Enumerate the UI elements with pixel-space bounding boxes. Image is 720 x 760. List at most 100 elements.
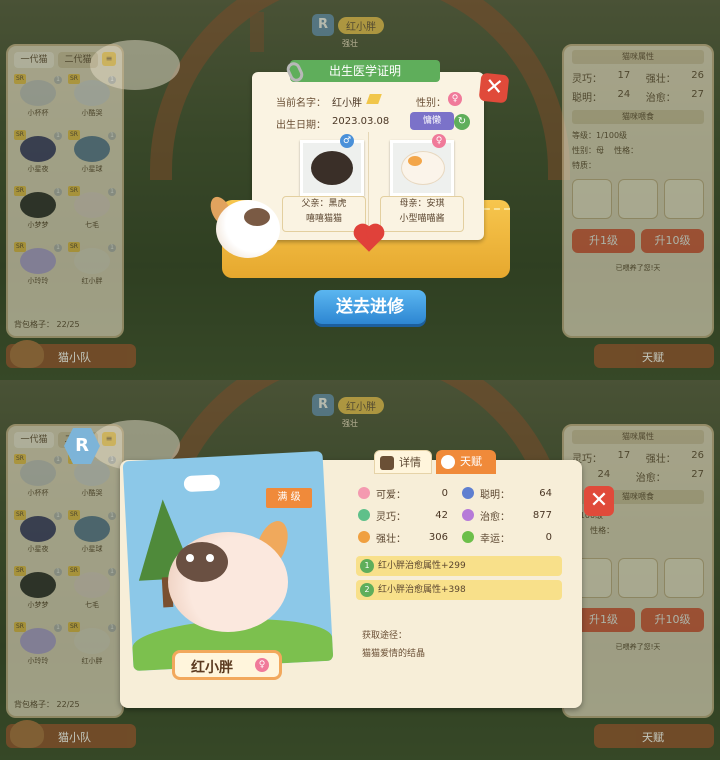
upgrade-10-button[interactable]: 升10级 [641,229,704,253]
food-item[interactable] [572,179,612,219]
feed-title: 猫咪喂食 [572,110,704,124]
cat-avatar [20,248,56,274]
cat-slot[interactable]: SR 1 七毛 [68,186,116,238]
attr-title: 猫咪属性 [572,430,704,444]
rank-badge: SR [14,622,26,632]
cat-list-panel: 一代猫 二代猫 ≡ SR 1 小杯杯 SR 1 小酷哭 SR 1 小星夜 SR 1 小星球 SR 1 小梦梦… [6,424,124,718]
talent-button[interactable]: 天赋 [594,724,714,748]
tab-first-gen[interactable]: 一代猫 [14,52,54,68]
sort-icon[interactable]: ≡ [102,52,116,66]
feed-note: 已喂养了您!天 [615,643,661,651]
cat-slot[interactable]: SR 1 小酷哭 [68,454,116,506]
gender-value: 母 [596,146,604,155]
mother-label: 母亲：安琪 [399,199,445,209]
count-badge: 1 [54,456,62,464]
talent-button[interactable]: 天赋 [594,344,714,368]
detail-screen: 一代猫 二代猫 ≡ SR 1 小杯杯 SR 1 小酷哭 SR 1 小星夜 SR 1 小星球 SR 1 小梦梦… [0,380,720,760]
cat-slot[interactable]: SR 1 小杯杯 [14,454,62,506]
cat-slot[interactable]: SR 1 小星夜 [14,510,62,562]
sort-icon[interactable]: ≡ [102,432,116,446]
count-badge: 1 [108,512,116,520]
attr-label: 治愈： [635,473,666,484]
cat-slot[interactable]: SR 1 红小胖 [68,242,116,294]
count-badge: 1 [108,132,116,140]
rank-badge: SR [14,74,26,84]
upgrade-10-button[interactable]: 升10级 [641,608,704,632]
attr-label: 强壮： [645,454,676,465]
birth-value: 2023.03.08 [332,116,390,127]
tab-second-gen[interactable]: 二代猫 [58,52,98,68]
cat-slot[interactable]: SR 1 小梦梦 [14,566,62,618]
food-item[interactable] [664,558,704,598]
cat-slot[interactable]: SR 1 七毛 [68,566,116,618]
count-badge: 1 [108,624,116,632]
father-photo [300,140,364,196]
team-label: 猫小队 [58,351,91,364]
cat-slot[interactable]: SR 1 小星夜 [14,130,62,182]
upgrade-1-button[interactable]: 升1级 [572,608,635,632]
count-badge: 1 [54,512,62,520]
top-name-header: R 红小胖 [312,14,384,36]
rank-badge: R [312,394,334,416]
food-item[interactable] [618,558,658,598]
refresh-icon[interactable]: ↻ [454,114,470,130]
cat-avatar [20,136,56,162]
attr-value: 24 [597,469,611,480]
slots-label: 背包格子： [14,320,54,329]
rank-badge: SR [14,186,26,196]
rank-badge: SR [68,566,80,576]
level-label: 等级： [572,131,596,140]
count-badge: 1 [54,76,62,84]
attr-label: 灵巧： [572,454,602,465]
count-badge: 1 [54,624,62,632]
rank-badge: SR [14,510,26,520]
cat-slot[interactable]: SR 1 小杯杯 [14,74,62,126]
cat-slot[interactable]: SR 1 小梦梦 [14,186,62,238]
count-badge: 1 [54,568,62,576]
cat-slot[interactable]: SR 1 红小胖 [68,622,116,674]
cat-list-panel: 一代猫 二代猫 ≡ SR 1 小杯杯 SR 1 小酷哭 SR 1 小星夜 SR 1 小星球 SR 1 小梦梦… [6,44,124,338]
slots-counter: 背包格子： 22/25 [14,699,80,710]
team-button[interactable]: 猫小队 [6,340,136,368]
attribute-panel: 猫咪属性 灵巧： 17 强壮： 26 聪明： 24 治愈： 27 猫咪喂食 等级：1/100… [562,44,714,338]
close-icon[interactable]: ✕ [584,486,614,516]
slots-label: 背包格子： [14,700,54,709]
close-icon[interactable]: ✕ [478,72,510,104]
cat-slot[interactable]: SR 1 小玲玲 [14,242,62,294]
feed-note: 已喂养了您!天 [615,264,661,272]
attr-title: 猫咪属性 [572,50,704,64]
food-item[interactable] [572,558,612,598]
food-item[interactable] [664,179,704,219]
cat-slot[interactable]: SR 1 小星球 [68,510,116,562]
food-item[interactable] [618,179,658,219]
cat-slot[interactable]: SR 1 小玲玲 [14,622,62,674]
cat-avatar [74,248,110,274]
send-training-button[interactable]: 送去进修 [314,290,426,324]
father-plate: 父亲：黑虎 嘻嘻猫猫 [282,196,366,232]
cat-avatar [74,460,110,486]
cat-avatar [20,80,56,106]
cat-slot-name: 小酷哭 [81,489,103,497]
cat-slot-name: 小星球 [81,545,103,553]
cat-name-pill: 红小胖 [338,16,384,34]
cat-slot-name: 红小胖 [81,657,103,665]
rank-badge: SR [14,130,26,140]
tab-second-gen[interactable]: 二代猫 [58,432,98,448]
level-value: 1/100级 [596,131,628,140]
count-badge: 1 [54,188,62,196]
attr-label: 灵巧： [572,74,602,85]
cat-face-icon [10,340,44,368]
cat-avatar [20,192,56,218]
cat-slot-name: 小星球 [81,165,103,173]
attr-value: 17 [617,70,631,81]
rank-badge: SR [68,130,80,140]
cat-slot-name: 红小胖 [81,277,103,285]
mother-photo [390,140,454,196]
team-button[interactable]: 猫小队 [6,720,136,748]
cat-slot-name: 小梦梦 [27,601,49,609]
upgrade-1-button[interactable]: 升1级 [572,229,635,253]
tab-first-gen[interactable]: 一代猫 [14,432,54,448]
cat-slot[interactable]: SR 1 小酷哭 [68,74,116,126]
cat-avatar [74,136,110,162]
cat-slot[interactable]: SR 1 小星球 [68,130,116,182]
